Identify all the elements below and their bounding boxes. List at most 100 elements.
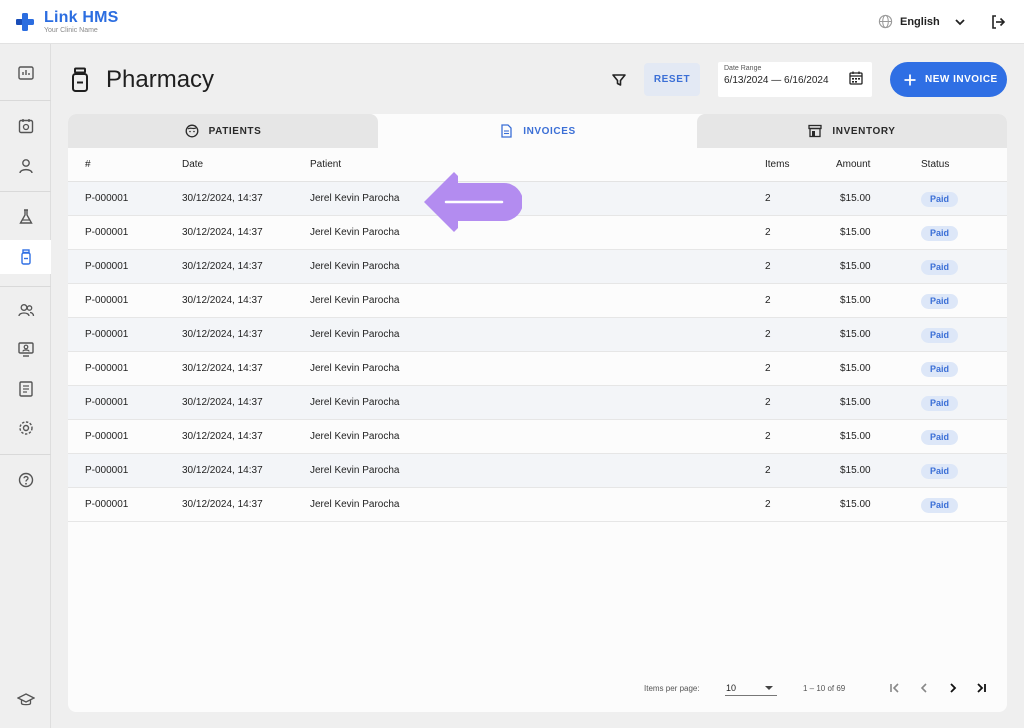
column-header-amount[interactable]: Amount [836, 148, 870, 182]
table-row[interactable]: P-000001 30/12/2024, 14:37 Jerel Kevin P… [68, 488, 1007, 522]
invoice-id: P-000001 [85, 193, 129, 204]
nav-patients[interactable] [0, 149, 51, 183]
store-icon [808, 124, 823, 138]
invoices-panel: PATIENTS INVOICES INVENTORY # Date Patie… [68, 114, 1007, 712]
chevron-left-icon [920, 683, 927, 693]
previous-page-button[interactable] [915, 679, 933, 697]
item-count: 2 [765, 499, 771, 510]
column-header-items[interactable]: Items [765, 148, 789, 182]
invoice-date: 30/12/2024, 14:37 [182, 397, 263, 408]
last-page-button[interactable] [972, 679, 990, 697]
patient-name: Jerel Kevin Parocha [310, 329, 400, 340]
items-per-page-select[interactable]: 10 [725, 679, 777, 696]
pagination: Items per page: 10 1 – 10 of 69 [68, 674, 1007, 704]
language-label: English [900, 15, 940, 28]
table-row[interactable]: P-000001 30/12/2024, 14:37 Jerel Kevin P… [68, 386, 1007, 420]
dropdown-caret-icon [765, 686, 773, 690]
language-selector[interactable]: English [878, 14, 967, 29]
next-page-button[interactable] [944, 679, 962, 697]
invoice-amount: $15.00 [840, 295, 871, 306]
nav-appointments[interactable] [0, 109, 51, 143]
first-page-button[interactable] [886, 679, 904, 697]
tab-inventory[interactable]: INVENTORY [697, 114, 1007, 148]
graduation-cap-icon [16, 693, 35, 706]
table-row[interactable]: P-000001 30/12/2024, 14:37 Jerel Kevin P… [68, 216, 1007, 250]
table-row[interactable]: P-000001 30/12/2024, 14:37 Jerel Kevin P… [68, 352, 1007, 386]
nav-dashboard[interactable] [0, 56, 51, 90]
column-header-status[interactable]: Status [921, 148, 949, 182]
app-logo[interactable]: Link HMS Your Clinic Name [16, 9, 119, 35]
medicine-bottle-icon [20, 249, 31, 265]
side-navigation [0, 44, 51, 728]
status-badge: Paid [921, 192, 959, 207]
nav-pharmacy[interactable] [0, 240, 51, 274]
last-page-icon [977, 683, 986, 693]
app-name: Link HMS [44, 9, 119, 26]
nav-divider [0, 454, 51, 455]
new-invoice-button[interactable]: NEW INVOICE [890, 62, 1007, 97]
invoice-date: 30/12/2024, 14:37 [182, 193, 263, 204]
invoice-amount: $15.00 [840, 397, 871, 408]
status-badge: Paid [921, 294, 959, 309]
invoice-amount: $15.00 [840, 329, 871, 340]
medicine-bottle-icon [72, 67, 88, 92]
column-header-date[interactable]: Date [182, 148, 203, 182]
invoice-amount: $15.00 [840, 261, 871, 272]
face-icon [185, 124, 199, 138]
tab-patients[interactable]: PATIENTS [68, 114, 378, 148]
invoice-amount: $15.00 [840, 193, 871, 204]
nav-laboratory[interactable] [0, 200, 51, 234]
left-arrow-icon [424, 172, 522, 232]
top-bar: Link HMS Your Clinic Name English [0, 0, 1024, 44]
invoice-date: 30/12/2024, 14:37 [182, 295, 263, 306]
item-count: 2 [765, 329, 771, 340]
nav-settings[interactable] [0, 411, 51, 445]
table-row[interactable]: P-000001 30/12/2024, 14:37 Jerel Kevin P… [68, 318, 1007, 352]
tab-label: INVOICES [523, 125, 576, 137]
clinic-name: Your Clinic Name [44, 27, 98, 34]
table-row[interactable]: P-000001 30/12/2024, 14:37 Jerel Kevin P… [68, 420, 1007, 454]
table-row[interactable]: P-000001 30/12/2024, 14:37 Jerel Kevin P… [68, 250, 1007, 284]
nav-telemedicine[interactable] [0, 332, 51, 366]
invoice-amount: $15.00 [840, 499, 871, 510]
user-icon [18, 159, 33, 174]
nav-academy[interactable] [0, 683, 51, 717]
invoice-date: 30/12/2024, 14:37 [182, 329, 263, 340]
tab-invoices[interactable]: INVOICES [383, 114, 692, 148]
dashboard-icon [17, 66, 34, 80]
patient-name: Jerel Kevin Parocha [310, 261, 400, 272]
invoice-id: P-000001 [85, 295, 129, 306]
status-badge: Paid [921, 396, 959, 411]
page-title: Pharmacy [106, 66, 215, 93]
reset-button[interactable]: RESET [644, 63, 700, 96]
page-header: Pharmacy [68, 62, 214, 98]
calendar-icon[interactable] [849, 71, 863, 85]
globe-icon [878, 14, 893, 29]
invoice-date: 30/12/2024, 14:37 [182, 363, 263, 374]
filter-icon[interactable] [610, 71, 628, 89]
monitor-user-icon [17, 342, 34, 357]
nav-help[interactable] [0, 463, 51, 497]
patient-name: Jerel Kevin Parocha [310, 193, 400, 204]
invoice-id: P-000001 [85, 261, 129, 272]
table-row[interactable]: P-000001 30/12/2024, 14:37 Jerel Kevin P… [68, 182, 1007, 216]
date-range-picker[interactable]: Date Range 6/13/2024 — 6/16/2024 [718, 62, 872, 97]
nav-reports[interactable] [0, 372, 51, 406]
first-page-icon [890, 683, 899, 693]
status-badge: Paid [921, 464, 959, 479]
date-range-label: Date Range [724, 65, 762, 72]
table-row[interactable]: P-000001 30/12/2024, 14:37 Jerel Kevin P… [68, 284, 1007, 318]
nav-divider [0, 100, 51, 101]
invoice-date: 30/12/2024, 14:37 [182, 227, 263, 238]
column-header-id[interactable]: # [85, 148, 91, 182]
invoice-date: 30/12/2024, 14:37 [182, 431, 263, 442]
document-icon [501, 124, 512, 138]
table-row[interactable]: P-000001 30/12/2024, 14:37 Jerel Kevin P… [68, 454, 1007, 488]
items-per-page-label: Items per page: [644, 684, 700, 693]
nav-staff[interactable] [0, 293, 51, 327]
column-header-patient[interactable]: Patient [310, 148, 341, 182]
logout-icon[interactable] [990, 14, 1006, 30]
invoice-id: P-000001 [85, 227, 129, 238]
chevron-down-icon [955, 18, 965, 25]
date-range-value[interactable]: 6/13/2024 — 6/16/2024 [724, 75, 829, 86]
